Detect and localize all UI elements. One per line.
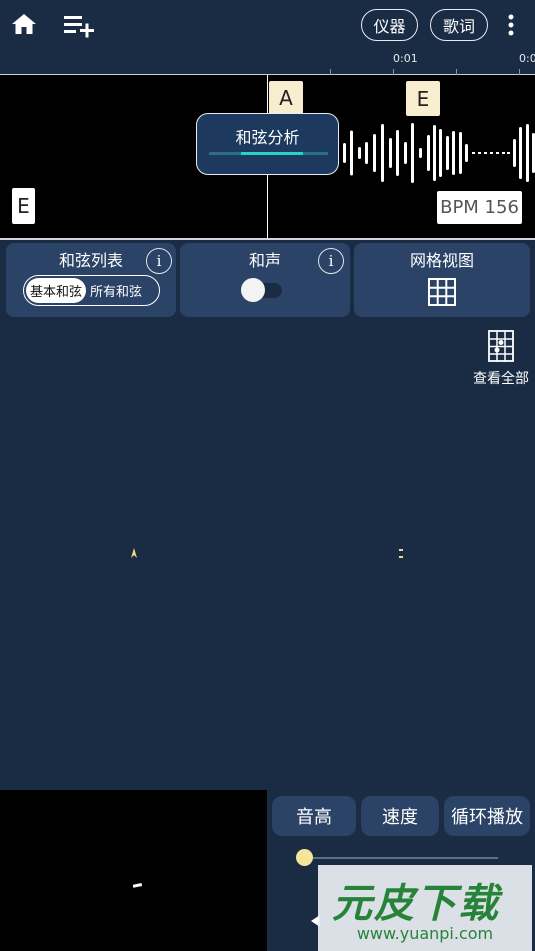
speed-button[interactable]: 速度 [361,796,439,836]
waveform-bar [404,142,407,164]
pitch-button[interactable]: 音高 [272,796,356,836]
loop-button[interactable]: 循环播放 [444,796,530,836]
analysis-progress-fill [241,152,303,155]
waveform-bar [472,152,475,154]
chord-type-segmented: 基本和弦 所有和弦 [23,275,160,306]
waveform-bar [507,152,510,154]
chord-diagram-icon [488,330,514,366]
waveform-bar [446,136,449,170]
tick-label: 0:0 [519,52,535,65]
waveform-bar [465,144,468,162]
harmony-panel: 和声 i [180,243,350,317]
position-slider-knob[interactable] [296,849,313,866]
video-preview[interactable] [0,790,267,951]
divider [0,238,535,240]
waveform-bar [439,129,442,177]
waveform-bar [381,124,384,182]
info-icon[interactable]: i [146,248,172,274]
waveform-bar [389,138,392,168]
chord-analysis-label: 和弦分析 [235,128,300,147]
waveform-bar [396,130,399,176]
all-chords-option[interactable]: 所有和弦 [86,278,146,303]
tick-label: 0:01 [393,52,418,65]
waveform-bar [343,143,346,163]
chord-marker [398,544,404,563]
lyrics-button[interactable]: 歌词 [430,9,488,41]
grid-view-title: 网格视图 [409,251,474,270]
waveform-bar [365,142,368,164]
chord-list-panel: 和弦列表 i 基本和弦 所有和弦 [6,243,176,317]
preview-glyph [133,883,143,888]
waveform-bar [452,131,455,175]
watermark-title: 元皮下载 [332,881,500,927]
view-all-button[interactable]: 查看全部 [470,330,532,388]
waveform-bar [502,152,505,154]
timeline-ruler[interactable]: 0:01 0:0 [0,52,535,75]
waveform-bar [373,134,376,172]
playlist-add-icon[interactable] [62,11,96,39]
watermark-logo: 元皮下载 www.yuanpi.com [318,865,532,951]
info-icon[interactable]: i [318,248,344,274]
waveform-bar [513,139,516,167]
waveform-bar [427,135,430,171]
harmony-toggle-knob[interactable] [241,278,265,302]
position-slider[interactable] [304,857,498,859]
chord-marker [131,543,137,562]
waveform-bar [484,152,487,154]
more-vert-icon[interactable] [503,12,519,38]
waveform-bar [350,130,353,176]
grid-view-panel[interactable]: 网格视图 [354,243,530,317]
waveform-bar [459,132,462,174]
waveform-bar [490,152,493,154]
chord-analysis-button[interactable]: 和弦分析 [196,113,339,175]
grid-icon [428,278,456,310]
basic-chords-option[interactable]: 基本和弦 [26,278,87,303]
waveform-bar [519,127,522,179]
view-all-label: 查看全部 [473,371,529,387]
home-icon[interactable] [9,10,39,38]
waveform-bar [496,152,499,154]
chord-tag-a[interactable]: A [269,81,303,114]
waveform-bar [411,123,414,183]
waveform-bar [419,148,422,158]
instrument-button[interactable]: 仪器 [361,9,418,41]
waveform-bar [478,152,481,154]
watermark-url: www.yuanpi.com [356,924,494,943]
waveform-bar [526,124,529,182]
waveform-bar [433,125,436,181]
chord-tag-e[interactable]: E [406,81,440,116]
waveform-bar [358,147,361,159]
chord-tag-e-current[interactable]: E [12,188,35,224]
bpm-badge[interactable]: BPM 156 [437,191,522,224]
